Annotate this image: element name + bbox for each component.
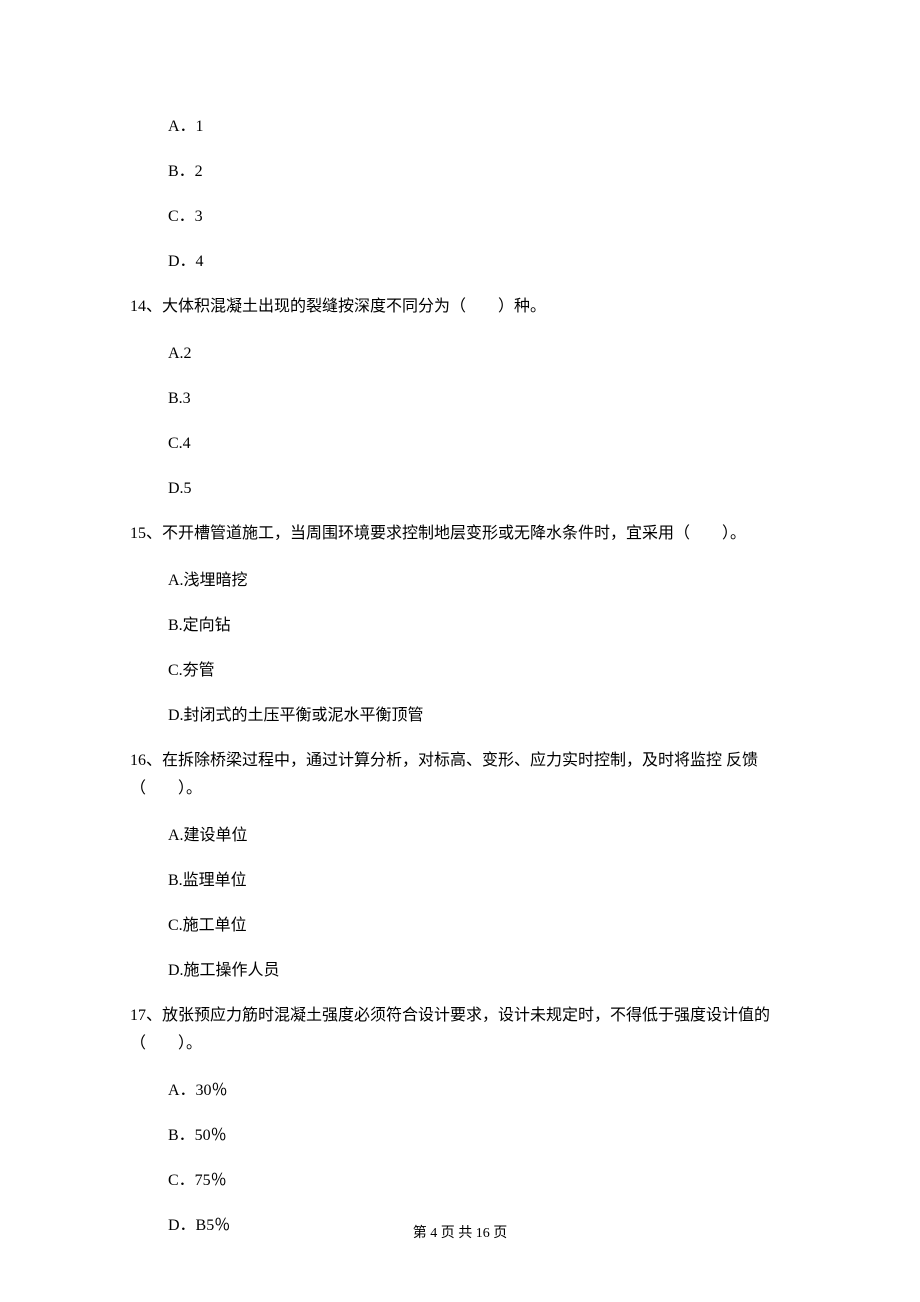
q14-option-d: D.5 xyxy=(168,477,790,501)
q16-option-a: A.建设单位 xyxy=(168,824,790,848)
q17-option-c: C．75％ xyxy=(168,1169,790,1193)
q14-text: 14、大体积混凝土出现的裂缝按深度不同分为（ ）种。 xyxy=(130,295,790,319)
q16-option-d: D.施工操作人员 xyxy=(168,959,790,983)
q17-option-a: A．30％ xyxy=(168,1079,790,1103)
page-footer: 第 4 页 共 16 页 xyxy=(0,1223,920,1244)
q14-option-b: B.3 xyxy=(168,387,790,411)
q15-options: A.浅埋暗挖 B.定向钻 C.夯管 D.封闭式的土压平衡或泥水平衡顶管 xyxy=(130,569,790,728)
q13-option-b: B．2 xyxy=(168,160,790,184)
q15-option-d: D.封闭式的土压平衡或泥水平衡顶管 xyxy=(168,704,790,728)
q15-text: 15、不开槽管道施工，当周围环境要求控制地层变形或无降水条件时，宜采用（ ）。 xyxy=(130,522,790,546)
q15-option-a: A.浅埋暗挖 xyxy=(168,569,790,593)
q13-options: A．1 B．2 C．3 D．4 xyxy=(130,115,790,274)
q17-text-line2: （ ）。 xyxy=(130,1032,790,1056)
q16-option-c: C.施工单位 xyxy=(168,914,790,938)
q15-option-b: B.定向钻 xyxy=(168,614,790,638)
q16-option-b: B.监理单位 xyxy=(168,869,790,893)
q17-option-b: B．50％ xyxy=(168,1124,790,1148)
q17-text-line1: 17、放张预应力筋时混凝土强度必须符合设计要求，设计未规定时，不得低于强度设计值… xyxy=(130,1004,790,1028)
q14-option-c: C.4 xyxy=(168,432,790,456)
q13-option-d: D．4 xyxy=(168,250,790,274)
q15-option-c: C.夯管 xyxy=(168,659,790,683)
q16-text-line2: （ ）。 xyxy=(130,777,790,801)
q13-option-a: A．1 xyxy=(168,115,790,139)
q16-text-line1: 16、在拆除桥梁过程中，通过计算分析，对标高、变形、应力实时控制，及时将监控 反… xyxy=(130,749,790,773)
q13-option-c: C．3 xyxy=(168,205,790,229)
q17-options: A．30％ B．50％ C．75％ D．B5％ xyxy=(130,1079,790,1238)
q14-option-a: A.2 xyxy=(168,342,790,366)
q16-options: A.建设单位 B.监理单位 C.施工单位 D.施工操作人员 xyxy=(130,824,790,983)
q14-options: A.2 B.3 C.4 D.5 xyxy=(130,342,790,501)
